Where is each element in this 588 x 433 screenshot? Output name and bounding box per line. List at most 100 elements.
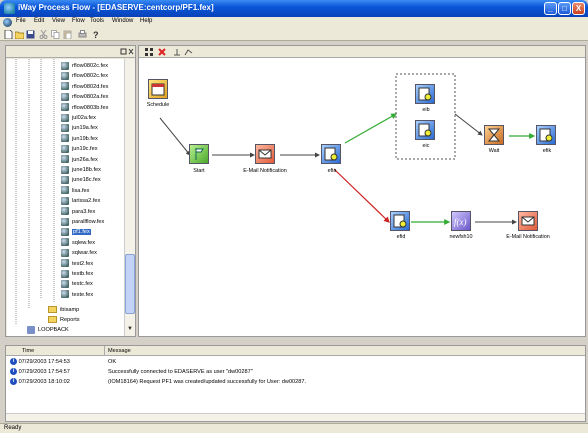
close-panel-icon[interactable] xyxy=(128,48,134,55)
tree-file-label: rflow0803b.fex xyxy=(72,104,109,111)
log-header: Time Message xyxy=(6,346,585,356)
procedure-file-icon xyxy=(61,196,69,205)
copy-icon[interactable] xyxy=(51,30,60,39)
tree-file-item[interactable]: rflow0802a.fex xyxy=(61,92,108,102)
function-icon: f(x) xyxy=(454,217,467,227)
tree-file-item[interactable]: larissa2.fex xyxy=(61,196,100,206)
tree-file-item[interactable]: testb.fex xyxy=(61,269,93,279)
efik-node[interactable] xyxy=(536,125,556,145)
tree-file-item[interactable]: jun19b.fex xyxy=(61,134,98,144)
tree-file-item[interactable]: sqlwar.fex xyxy=(61,248,97,258)
system-menu-icon[interactable] xyxy=(3,18,12,27)
tree-folder-reports[interactable]: Reports xyxy=(48,315,80,325)
tree-file-item[interactable]: jun19c.fex xyxy=(61,144,98,154)
hourglass-icon xyxy=(487,128,501,142)
menu-view[interactable]: View xyxy=(52,18,65,24)
tree-file-item[interactable]: jun19a.fex xyxy=(61,123,98,133)
log-row[interactable]: i 07/29/2003 18:10:02 xyxy=(10,377,70,387)
procedure-file-icon xyxy=(61,123,69,132)
connector-group-wait[interactable] xyxy=(454,113,483,136)
scrollbar-thumb[interactable] xyxy=(125,254,135,314)
wait-node[interactable] xyxy=(484,125,504,145)
svg-text:f(x): f(x) xyxy=(454,217,467,227)
start-node[interactable] xyxy=(189,144,209,164)
cut-icon[interactable] xyxy=(39,30,48,39)
route-icon[interactable] xyxy=(184,48,193,56)
log-hscrollbar[interactable] xyxy=(6,413,585,421)
log-message: (IOM18164) Request PF1 was created/updat… xyxy=(108,379,307,385)
menu-edit[interactable]: Edit xyxy=(34,18,44,24)
tree-file-item[interactable]: para3.fex xyxy=(61,207,95,217)
email-node-2[interactable] xyxy=(518,211,538,231)
tree-file-item[interactable]: test2.fex xyxy=(61,259,93,269)
tree-file-item[interactable]: jul02a.fex xyxy=(61,113,96,123)
eib-node[interactable] xyxy=(415,84,435,104)
efia-node[interactable] xyxy=(321,144,341,164)
maximize-button[interactable]: □ xyxy=(558,2,571,15)
tree-file-item[interactable]: rflow0802d.fex xyxy=(61,82,108,92)
connector-schedule-start[interactable] xyxy=(159,117,191,156)
status-text: Ready xyxy=(4,425,22,431)
efik-label: efik xyxy=(542,148,552,154)
menu-window[interactable]: Window xyxy=(112,18,133,24)
close-button[interactable]: X xyxy=(572,2,585,15)
email-node-1[interactable] xyxy=(255,144,275,164)
newfsh-node[interactable]: f(x) xyxy=(451,211,471,231)
tree-file-item[interactable]: june18b.fex xyxy=(61,165,101,175)
procedure-file-icon xyxy=(61,186,69,195)
schedule-node[interactable] xyxy=(148,79,168,99)
tree-file-item[interactable]: pf1.fex xyxy=(61,227,91,237)
menu-file[interactable]: File xyxy=(16,18,26,24)
efid-node[interactable] xyxy=(390,211,410,231)
open-icon[interactable] xyxy=(15,30,24,39)
procedure-file-icon xyxy=(61,290,69,299)
efia-label: efia xyxy=(327,168,337,174)
tree-file-item[interactable]: teste.fex xyxy=(61,290,93,300)
tree-file-item[interactable]: lisa.fex xyxy=(61,186,89,196)
explorer-header xyxy=(6,46,135,58)
procedure-file-icon xyxy=(61,144,69,153)
menu-flow[interactable]: Flow xyxy=(72,18,85,24)
tree-file-item[interactable]: june18c.fex xyxy=(61,175,101,185)
connector-efia-efid[interactable] xyxy=(333,168,390,223)
menu-tools[interactable]: Tools xyxy=(90,18,104,24)
menu-help[interactable]: Help xyxy=(140,18,152,24)
tree-file-item[interactable]: jun26a.fex xyxy=(61,155,98,165)
tree-file-item[interactable]: sqlew.fex xyxy=(61,238,95,248)
flow-diagram xyxy=(159,73,536,225)
tree-folder-ibisamp[interactable]: ibisamp xyxy=(48,305,79,315)
print-icon[interactable] xyxy=(78,30,87,39)
column-time[interactable]: Time xyxy=(22,346,34,356)
log-time: 07/29/2003 17:54:57 xyxy=(18,369,70,375)
minimize-button[interactable]: _ xyxy=(544,2,557,15)
column-divider[interactable] xyxy=(104,346,105,356)
tree-file-item[interactable]: rflow0803b.fex xyxy=(61,103,108,113)
procedure-file-icon xyxy=(61,103,69,112)
tree-file-item[interactable]: rflow0802c.fex xyxy=(61,61,108,71)
tree-node-loopback[interactable]: LOOPBACK xyxy=(27,325,69,335)
tree-file-label: larissa2.fex xyxy=(72,198,101,205)
tree-file-label: sqlwar.fex xyxy=(72,250,97,257)
scroll-down-icon[interactable]: ▼ xyxy=(126,326,134,334)
log-row[interactable]: i 07/29/2003 17:54:53 xyxy=(10,357,70,367)
log-time: 07/29/2003 17:54:53 xyxy=(18,359,70,365)
save-icon[interactable] xyxy=(26,30,35,39)
column-message[interactable]: Message xyxy=(108,346,131,356)
connector-efia-group[interactable] xyxy=(344,113,398,144)
pin-icon[interactable] xyxy=(120,48,127,55)
delete-icon[interactable] xyxy=(158,48,166,56)
tree-file-item[interactable]: testc.fex xyxy=(61,279,93,289)
new-icon[interactable] xyxy=(4,30,13,39)
log-row[interactable]: i 07/29/2003 17:54:57 xyxy=(10,367,70,377)
eic-node[interactable] xyxy=(415,120,435,140)
tree-file-item[interactable]: rflow0802c.fex xyxy=(61,71,108,81)
paste-icon[interactable] xyxy=(63,30,72,39)
app-icon xyxy=(4,3,15,14)
tree-scrollbar[interactable]: ▼ xyxy=(124,59,135,336)
align-icon[interactable] xyxy=(173,48,181,56)
process-flow-canvas[interactable]: Schedule Start E-Mail Notification efia … xyxy=(138,45,586,337)
tree-file-item[interactable]: parallflow.fex xyxy=(61,217,104,227)
grid-icon[interactable] xyxy=(145,48,153,56)
log-message: OK xyxy=(108,359,117,365)
help-icon[interactable]: ? xyxy=(91,30,100,39)
